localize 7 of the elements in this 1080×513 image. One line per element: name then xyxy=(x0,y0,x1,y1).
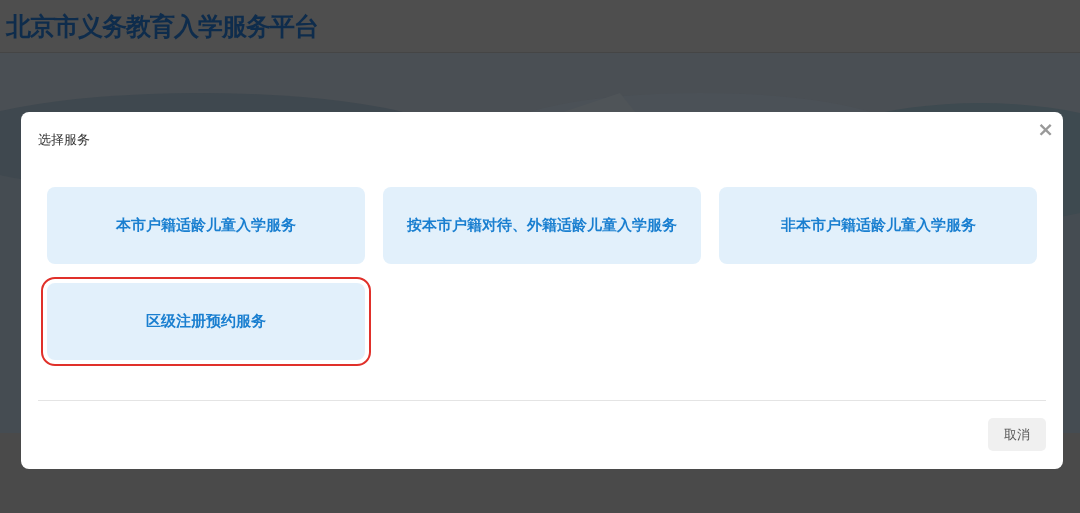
service-option[interactable]: 本市户籍适龄儿童入学服务 xyxy=(47,187,365,264)
service-option[interactable]: 非本市户籍适龄儿童入学服务 xyxy=(719,187,1037,264)
service-option[interactable]: 按本市户籍对待、外籍适龄儿童入学服务 xyxy=(383,187,701,264)
site-title: 北京市义务教育入学服务平台 xyxy=(6,10,318,43)
cancel-button[interactable]: 取消 xyxy=(988,418,1046,451)
close-button[interactable]: × xyxy=(1035,120,1056,138)
dialog-title: 选择服务 xyxy=(38,131,90,149)
